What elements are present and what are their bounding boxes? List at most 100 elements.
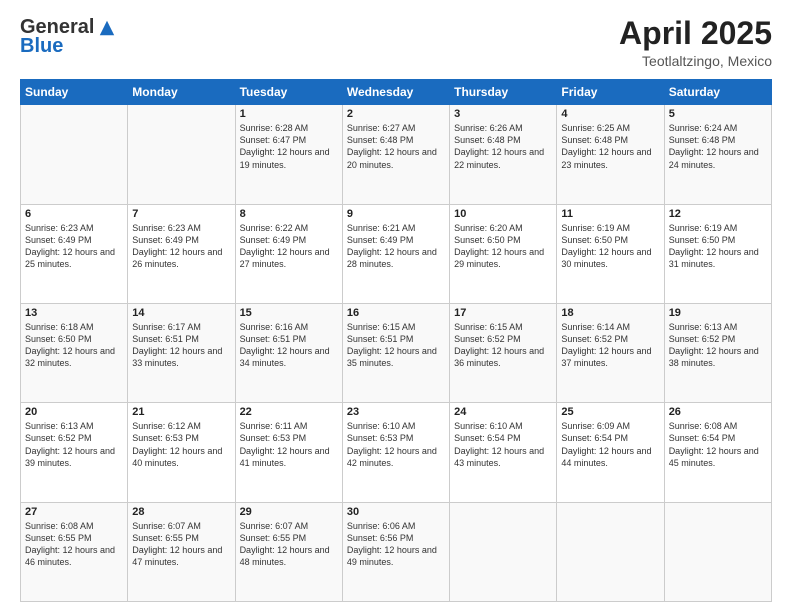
day-header-saturday: Saturday xyxy=(664,80,771,105)
day-cell: 27 Sunrise: 6:08 AM Sunset: 6:55 PM Dayli… xyxy=(21,502,128,601)
day-cell: 30 Sunrise: 6:06 AM Sunset: 6:56 PM Dayli… xyxy=(342,502,449,601)
day-cell xyxy=(21,105,128,204)
day-number: 14 xyxy=(132,307,230,319)
header-row: SundayMondayTuesdayWednesdayThursdayFrid… xyxy=(21,80,772,105)
calendar-table: SundayMondayTuesdayWednesdayThursdayFrid… xyxy=(20,79,772,602)
day-number: 11 xyxy=(561,208,659,220)
day-header-monday: Monday xyxy=(128,80,235,105)
day-info: Sunrise: 6:26 AM Sunset: 6:48 PM Dayligh… xyxy=(454,122,552,171)
day-cell: 14Sunrise: 6:17 AM Sunset: 6:51 PM Dayli… xyxy=(128,303,235,402)
day-number: 18 xyxy=(561,307,659,319)
day-header-friday: Friday xyxy=(557,80,664,105)
day-number: 13 xyxy=(25,307,123,319)
header: General Blue April 2025 Teotlaltzingo, M… xyxy=(20,16,772,69)
day-cell: 1Sunrise: 6:28 AM Sunset: 6:47 PM Daylig… xyxy=(235,105,342,204)
day-cell: 26 Sunrise: 6:08 AM Sunset: 6:54 PM Dayli… xyxy=(664,403,771,502)
day-cell: 8Sunrise: 6:22 AM Sunset: 6:49 PM Daylig… xyxy=(235,204,342,303)
month-title: April 2025 xyxy=(619,16,772,51)
day-cell: 11 Sunrise: 6:19 AM Sunset: 6:50 PM Dayli… xyxy=(557,204,664,303)
day-info: Sunrise: 6:25 AM Sunset: 6:48 PM Dayligh… xyxy=(561,122,659,171)
day-number: 4 xyxy=(561,108,659,120)
day-number: 17 xyxy=(454,307,552,319)
day-info: Sunrise: 6:12 AM Sunset: 6:53 PM Dayligh… xyxy=(132,420,230,469)
day-info: Sunrise: 6:16 AM Sunset: 6:51 PM Dayligh… xyxy=(240,321,338,370)
day-info: Sunrise: 6:14 AM Sunset: 6:52 PM Dayligh… xyxy=(561,321,659,370)
day-cell: 6 Sunrise: 6:23 AM Sunset: 6:49 PM Daylig… xyxy=(21,204,128,303)
day-info: Sunrise: 6:28 AM Sunset: 6:47 PM Dayligh… xyxy=(240,122,338,171)
day-cell: 18 Sunrise: 6:14 AM Sunset: 6:52 PM Dayli… xyxy=(557,303,664,402)
day-cell: 9 Sunrise: 6:21 AM Sunset: 6:49 PM Daylig… xyxy=(342,204,449,303)
day-number: 16 xyxy=(347,307,445,319)
day-info: Sunrise: 6:21 AM Sunset: 6:49 PM Dayligh… xyxy=(347,222,445,271)
day-info: Sunrise: 6:20 AM Sunset: 6:50 PM Dayligh… xyxy=(454,222,552,271)
day-number: 9 xyxy=(347,208,445,220)
day-number: 15 xyxy=(240,307,338,319)
day-info: Sunrise: 6:13 AM Sunset: 6:52 PM Dayligh… xyxy=(669,321,767,370)
day-header-wednesday: Wednesday xyxy=(342,80,449,105)
day-number: 12 xyxy=(669,208,767,220)
week-row-4: 20Sunrise: 6:13 AM Sunset: 6:52 PM Dayli… xyxy=(21,403,772,502)
day-info: Sunrise: 6:10 AM Sunset: 6:54 PM Dayligh… xyxy=(454,420,552,469)
day-number: 19 xyxy=(669,307,767,319)
page: General Blue April 2025 Teotlaltzingo, M… xyxy=(0,0,792,612)
day-info: Sunrise: 6:22 AM Sunset: 6:49 PM Dayligh… xyxy=(240,222,338,271)
day-number: 30 xyxy=(347,506,445,518)
day-number: 6 xyxy=(25,208,123,220)
day-number: 22 xyxy=(240,406,338,418)
title-block: April 2025 Teotlaltzingo, Mexico xyxy=(619,16,772,69)
day-cell xyxy=(128,105,235,204)
day-number: 7 xyxy=(132,208,230,220)
day-info: Sunrise: 6:09 AM Sunset: 6:54 PM Dayligh… xyxy=(561,420,659,469)
day-info: Sunrise: 6:07 AM Sunset: 6:55 PM Dayligh… xyxy=(240,520,338,569)
day-cell: 24 Sunrise: 6:10 AM Sunset: 6:54 PM Dayli… xyxy=(450,403,557,502)
day-info: Sunrise: 6:08 AM Sunset: 6:54 PM Dayligh… xyxy=(669,420,767,469)
day-cell: 25Sunrise: 6:09 AM Sunset: 6:54 PM Dayli… xyxy=(557,403,664,502)
day-info: Sunrise: 6:19 AM Sunset: 6:50 PM Dayligh… xyxy=(669,222,767,271)
day-cell: 17 Sunrise: 6:15 AM Sunset: 6:52 PM Dayli… xyxy=(450,303,557,402)
week-row-1: 1Sunrise: 6:28 AM Sunset: 6:47 PM Daylig… xyxy=(21,105,772,204)
day-cell: 10 Sunrise: 6:20 AM Sunset: 6:50 PM Dayli… xyxy=(450,204,557,303)
logo: General Blue xyxy=(20,16,116,58)
day-header-tuesday: Tuesday xyxy=(235,80,342,105)
day-cell: 29 Sunrise: 6:07 AM Sunset: 6:55 PM Dayli… xyxy=(235,502,342,601)
day-cell xyxy=(450,502,557,601)
day-cell: 16 Sunrise: 6:15 AM Sunset: 6:51 PM Dayli… xyxy=(342,303,449,402)
day-cell: 20Sunrise: 6:13 AM Sunset: 6:52 PM Dayli… xyxy=(21,403,128,502)
day-cell: 23 Sunrise: 6:10 AM Sunset: 6:53 PM Dayli… xyxy=(342,403,449,502)
day-number: 23 xyxy=(347,406,445,418)
day-number: 26 xyxy=(669,406,767,418)
day-header-thursday: Thursday xyxy=(450,80,557,105)
day-number: 24 xyxy=(454,406,552,418)
day-number: 2 xyxy=(347,108,445,120)
day-cell: 28 Sunrise: 6:07 AM Sunset: 6:55 PM Dayli… xyxy=(128,502,235,601)
day-number: 27 xyxy=(25,506,123,518)
day-info: Sunrise: 6:19 AM Sunset: 6:50 PM Dayligh… xyxy=(561,222,659,271)
day-number: 29 xyxy=(240,506,338,518)
day-cell: 4 Sunrise: 6:25 AM Sunset: 6:48 PM Daylig… xyxy=(557,105,664,204)
day-info: Sunrise: 6:06 AM Sunset: 6:56 PM Dayligh… xyxy=(347,520,445,569)
day-cell: 2 Sunrise: 6:27 AM Sunset: 6:48 PM Daylig… xyxy=(342,105,449,204)
day-info: Sunrise: 6:15 AM Sunset: 6:51 PM Dayligh… xyxy=(347,321,445,370)
day-info: Sunrise: 6:24 AM Sunset: 6:48 PM Dayligh… xyxy=(669,122,767,171)
day-cell xyxy=(557,502,664,601)
day-info: Sunrise: 6:15 AM Sunset: 6:52 PM Dayligh… xyxy=(454,321,552,370)
day-cell: 22Sunrise: 6:11 AM Sunset: 6:53 PM Dayli… xyxy=(235,403,342,502)
week-row-5: 27 Sunrise: 6:08 AM Sunset: 6:55 PM Dayli… xyxy=(21,502,772,601)
day-info: Sunrise: 6:23 AM Sunset: 6:49 PM Dayligh… xyxy=(25,222,123,271)
day-info: Sunrise: 6:08 AM Sunset: 6:55 PM Dayligh… xyxy=(25,520,123,569)
week-row-3: 13Sunrise: 6:18 AM Sunset: 6:50 PM Dayli… xyxy=(21,303,772,402)
day-cell xyxy=(664,502,771,601)
day-info: Sunrise: 6:27 AM Sunset: 6:48 PM Dayligh… xyxy=(347,122,445,171)
day-cell: 21Sunrise: 6:12 AM Sunset: 6:53 PM Dayli… xyxy=(128,403,235,502)
day-number: 28 xyxy=(132,506,230,518)
day-cell: 7 Sunrise: 6:23 AM Sunset: 6:49 PM Daylig… xyxy=(128,204,235,303)
day-number: 10 xyxy=(454,208,552,220)
location: Teotlaltzingo, Mexico xyxy=(619,53,772,69)
day-info: Sunrise: 6:23 AM Sunset: 6:49 PM Dayligh… xyxy=(132,222,230,271)
day-cell: 3Sunrise: 6:26 AM Sunset: 6:48 PM Daylig… xyxy=(450,105,557,204)
day-info: Sunrise: 6:07 AM Sunset: 6:55 PM Dayligh… xyxy=(132,520,230,569)
day-cell: 13Sunrise: 6:18 AM Sunset: 6:50 PM Dayli… xyxy=(21,303,128,402)
day-info: Sunrise: 6:10 AM Sunset: 6:53 PM Dayligh… xyxy=(347,420,445,469)
week-row-2: 6 Sunrise: 6:23 AM Sunset: 6:49 PM Daylig… xyxy=(21,204,772,303)
day-cell: 12 Sunrise: 6:19 AM Sunset: 6:50 PM Dayli… xyxy=(664,204,771,303)
